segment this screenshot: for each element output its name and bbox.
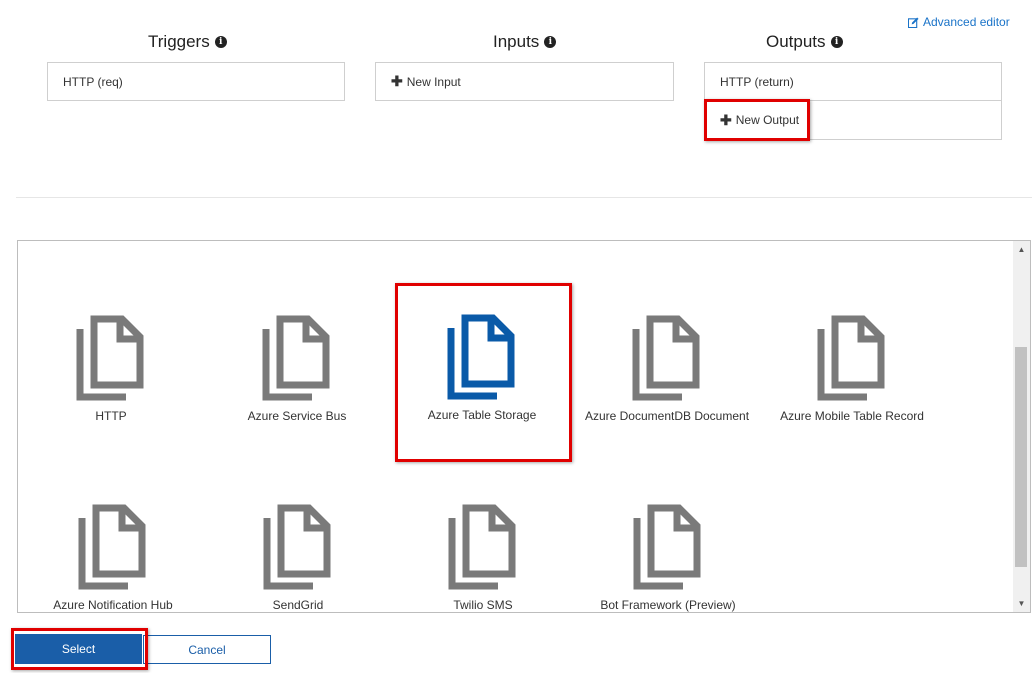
scrollbar[interactable]: ▲ ▼: [1013, 241, 1030, 612]
new-input-button[interactable]: ✚ New Input: [375, 62, 674, 101]
template-label: Azure Table Storage: [427, 408, 537, 422]
triggers-title: Triggers i: [148, 32, 227, 52]
document-icon: [263, 504, 331, 590]
advanced-editor-label: Advanced editor: [923, 15, 1010, 29]
output-http-return[interactable]: HTTP (return): [704, 62, 1002, 101]
advanced-editor-link[interactable]: Advanced editor: [908, 15, 1010, 29]
template-label: Bot Framework (Preview): [600, 598, 736, 612]
document-icon: [817, 315, 885, 401]
document-icon: [447, 314, 515, 400]
inputs-title: Inputs i: [493, 32, 557, 52]
document-icon: [633, 504, 701, 590]
template-label: Azure Mobile Table Record: [780, 409, 924, 423]
new-output-button[interactable]: ✚ New Output: [704, 100, 1002, 140]
template-label: Azure Notification Hub: [53, 598, 173, 612]
template-panel[interactable]: HTTP Azure Service Bus Azure Table Stora…: [17, 240, 1031, 613]
cancel-button[interactable]: Cancel: [143, 635, 271, 664]
scroll-up-arrow[interactable]: ▲: [1013, 241, 1030, 258]
divider: [16, 197, 1032, 198]
info-icon[interactable]: i: [830, 36, 843, 48]
template-label: Azure Service Bus: [247, 409, 347, 423]
template-label: Twilio SMS: [453, 598, 513, 612]
plus-icon: ✚: [720, 111, 732, 128]
template-label: HTTP: [95, 409, 127, 423]
template-tile-http[interactable]: HTTP: [21, 315, 201, 423]
document-icon: [78, 504, 146, 590]
info-icon[interactable]: i: [214, 36, 227, 48]
info-icon[interactable]: i: [544, 36, 557, 48]
scroll-thumb[interactable]: [1015, 347, 1027, 567]
scroll-down-arrow[interactable]: ▼: [1013, 595, 1030, 612]
template-tile-twilio-sms[interactable]: Twilio SMS: [393, 504, 573, 612]
template-tile-bot-framework[interactable]: Bot Framework (Preview): [578, 504, 758, 612]
template-label: SendGrid: [272, 598, 324, 612]
template-tile-azure-notification-hub[interactable]: Azure Notification Hub: [23, 504, 203, 612]
trigger-http-req[interactable]: HTTP (req): [47, 62, 345, 101]
template-tile-azure-documentdb-document[interactable]: Azure DocumentDB Document: [577, 315, 757, 423]
edit-icon: [908, 16, 919, 28]
select-button[interactable]: Select: [15, 634, 142, 664]
template-tile-sendgrid[interactable]: SendGrid: [208, 504, 388, 612]
document-icon: [76, 315, 144, 401]
template-label: Azure DocumentDB Document: [584, 409, 750, 423]
plus-icon: ✚: [391, 73, 403, 89]
outputs-title: Outputs i: [766, 32, 843, 52]
template-tile-azure-mobile-table-record[interactable]: Azure Mobile Table Record: [762, 315, 942, 423]
template-tile-azure-table-storage[interactable]: Azure Table Storage: [392, 314, 572, 422]
document-icon: [632, 315, 700, 401]
document-icon: [262, 315, 330, 401]
template-tile-azure-service-bus[interactable]: Azure Service Bus: [207, 315, 387, 423]
document-icon: [448, 504, 516, 590]
